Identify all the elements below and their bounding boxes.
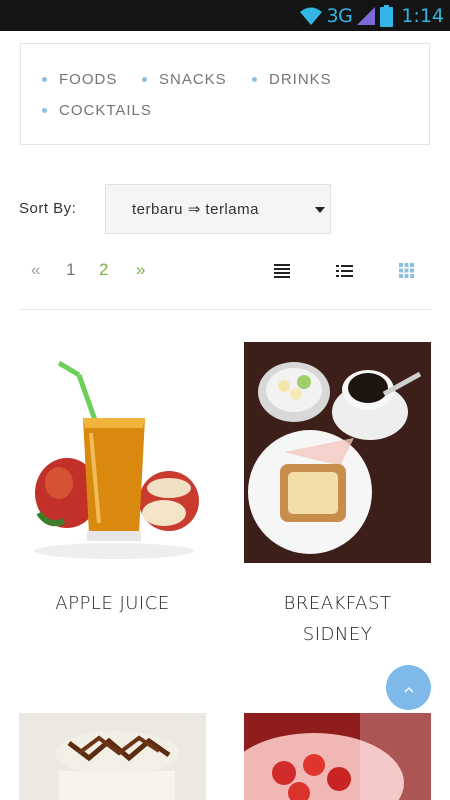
- product-image-strawberry[interactable]: [244, 713, 431, 800]
- sort-select[interactable]: terbaru ⇒ terlama: [105, 184, 331, 234]
- product-image-breakfast[interactable]: [244, 342, 431, 563]
- bullet-icon: [42, 108, 47, 113]
- product-title-apple-juice[interactable]: APPLE JUICE: [0, 588, 225, 619]
- list-icon[interactable]: [336, 263, 353, 282]
- category-label: SNACKS: [159, 71, 227, 88]
- signal-icon: [356, 6, 376, 26]
- status-icons: 3G 1:14: [299, 0, 444, 31]
- category-cocktails[interactable]: COCKTAILS: [42, 102, 152, 119]
- category-snacks[interactable]: SNACKS: [142, 71, 227, 88]
- category-drinks[interactable]: DRINKS: [252, 71, 332, 88]
- bullet-icon: [142, 77, 147, 82]
- chevron-up-icon: [404, 678, 414, 697]
- pagination-page-2[interactable]: 2: [99, 260, 108, 280]
- wifi-icon: [299, 6, 323, 26]
- status-bar: 3G 1:14: [0, 0, 450, 31]
- category-label: DRINKS: [269, 71, 332, 88]
- align-justify-icon[interactable]: [274, 263, 290, 282]
- clock: 1:14: [401, 4, 444, 27]
- product-title-line: BREAKFAST: [283, 593, 392, 614]
- sort-selected-value: terbaru ⇒ terlama: [132, 201, 259, 218]
- grid-icon[interactable]: [399, 263, 414, 282]
- divider: [19, 309, 431, 310]
- pagination-page-1[interactable]: 1: [66, 260, 75, 280]
- scroll-to-top-button[interactable]: [386, 665, 431, 710]
- bullet-icon: [252, 77, 257, 82]
- pagination-next[interactable]: »: [136, 260, 145, 280]
- sort-label: Sort By:: [19, 200, 77, 217]
- battery-icon: [380, 4, 394, 27]
- caret-down-icon: [315, 207, 325, 213]
- product-image-apple-juice[interactable]: [19, 343, 206, 563]
- product-title-breakfast-sidney[interactable]: BREAKFAST SIDNEY: [225, 588, 450, 650]
- product-title-line: SIDNEY: [302, 624, 373, 645]
- product-image-dessert[interactable]: [19, 713, 206, 800]
- bullet-icon: [42, 77, 47, 82]
- pagination-prev[interactable]: «: [31, 260, 40, 280]
- network-type: 3G: [326, 4, 353, 27]
- category-label: COCKTAILS: [59, 102, 152, 119]
- category-label: FOODS: [59, 71, 118, 88]
- category-nav: FOODS SNACKS DRINKS COCKTAILS: [20, 43, 430, 145]
- category-foods[interactable]: FOODS: [42, 71, 117, 88]
